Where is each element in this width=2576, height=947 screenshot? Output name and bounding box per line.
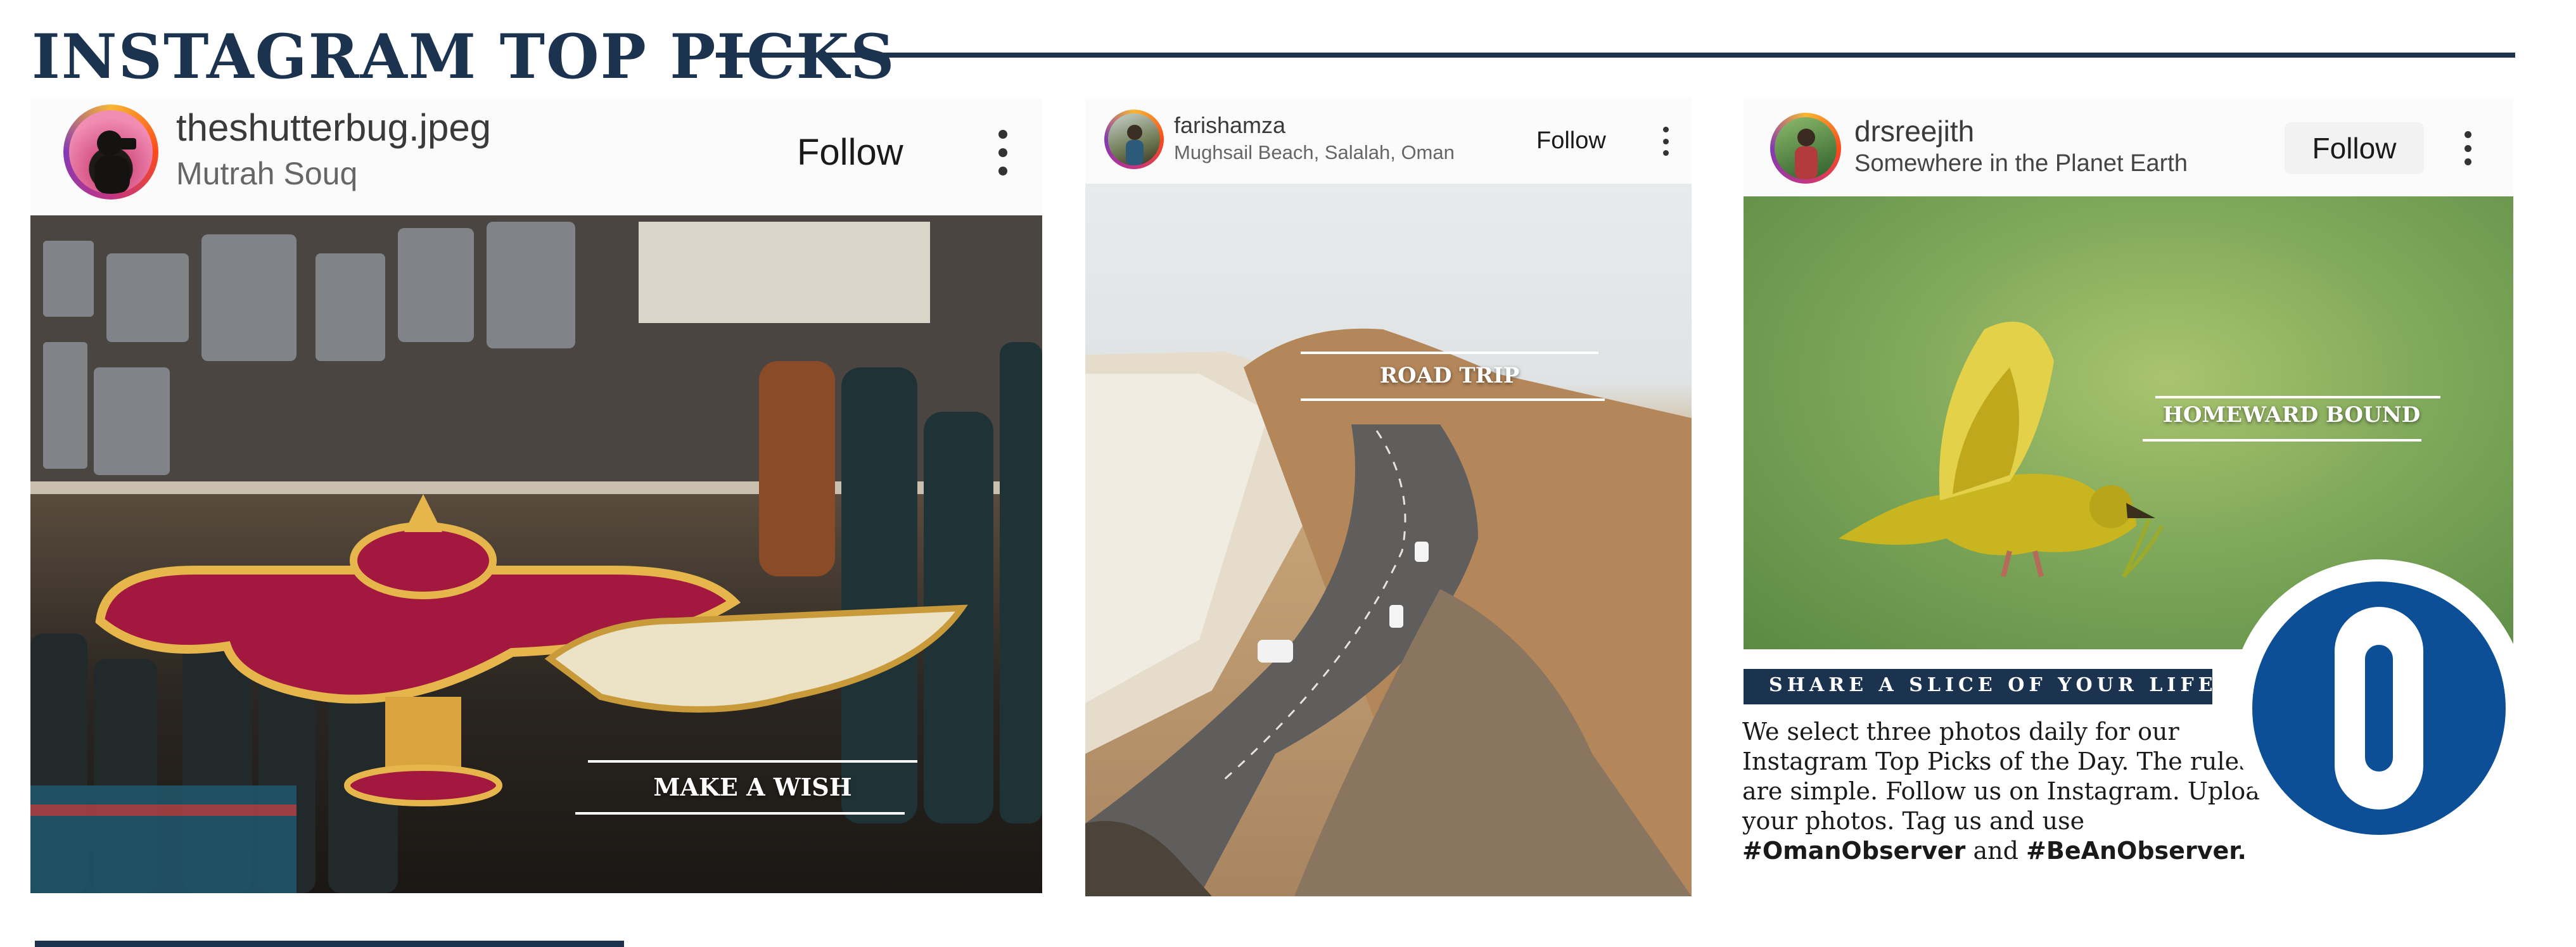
post-photo-lamp[interactable]: MAKE A WISH — [30, 215, 1042, 893]
title-rule — [716, 53, 2515, 58]
caption-rule-top — [1301, 352, 1598, 354]
photo-caption: MAKE A WISH — [575, 760, 917, 830]
post-username[interactable]: farishamza — [1174, 112, 1285, 139]
road-scene — [1085, 328, 1692, 896]
caption-rule-top — [2155, 396, 2440, 398]
post-location[interactable]: Mughsail Beach, Salalah, Oman — [1174, 141, 1455, 164]
caption-rule-bottom — [1301, 398, 1605, 401]
post-header: drsreejith Somewhere in the Planet Earth… — [1744, 98, 2513, 196]
profile-avatar-icon[interactable] — [1104, 110, 1164, 169]
share-banner: SHARE A SLICE OF YOUR LIFE — [1744, 669, 2212, 704]
logo-letter-o — [2252, 582, 2506, 835]
share-banner-text: SHARE A SLICE OF YOUR LIFE — [1769, 674, 2217, 696]
follow-button[interactable]: Follow — [1536, 127, 1606, 155]
caption-rule-bottom — [2143, 439, 2421, 442]
caption-text: ROAD TRIP — [1379, 363, 1520, 388]
follow-button[interactable]: Follow — [797, 131, 903, 174]
share-body-text: We select three photos daily for our Ins… — [1742, 718, 2276, 835]
hashtag-be-an-observer[interactable]: #BeAnObserver. — [2026, 837, 2247, 865]
follow-button[interactable]: Follow — [2285, 122, 2424, 174]
post-location[interactable]: Somewhere in the Planet Earth — [1854, 150, 2188, 177]
share-description: We select three photos daily for our Ins… — [1742, 717, 2287, 866]
caption-text: HOMEWARD BOUND — [2162, 402, 2421, 428]
profile-avatar-icon[interactable] — [1770, 113, 1841, 184]
oman-observer-logo — [2230, 559, 2528, 857]
more-vertical-icon[interactable] — [2464, 131, 2471, 165]
hashtag-oman-observer[interactable]: #OmanObserver — [1742, 837, 1965, 865]
logo-disc — [2252, 582, 2506, 835]
photo-caption: ROAD TRIP — [1301, 352, 1605, 415]
caption-rule-top — [588, 760, 917, 763]
instagram-post-2: farishamza Mughsail Beach, Salalah, Oman… — [1085, 98, 1692, 896]
more-vertical-icon[interactable] — [998, 130, 1007, 175]
more-vertical-icon[interactable] — [1663, 127, 1669, 156]
profile-avatar-icon[interactable] — [63, 105, 158, 200]
share-conjunction: and — [1973, 837, 2018, 865]
post-username[interactable]: drsreejith — [1854, 114, 1974, 148]
post-header: farishamza Mughsail Beach, Salalah, Oman… — [1085, 98, 1692, 184]
post-username[interactable]: theshutterbug.jpeg — [176, 106, 491, 149]
photo-caption: HOMEWARD BOUND — [2143, 396, 2440, 443]
instagram-post-1: theshutterbug.jpeg Mutrah Souq Follow MA… — [30, 98, 1042, 893]
bottom-rule — [35, 941, 624, 947]
post-photo-road[interactable]: ROAD TRIP — [1085, 184, 1692, 896]
caption-rule-bottom — [575, 812, 905, 815]
caption-text: MAKE A WISH — [653, 773, 852, 801]
post-header: theshutterbug.jpeg Mutrah Souq Follow — [30, 98, 1042, 215]
post-location[interactable]: Mutrah Souq — [176, 155, 357, 192]
